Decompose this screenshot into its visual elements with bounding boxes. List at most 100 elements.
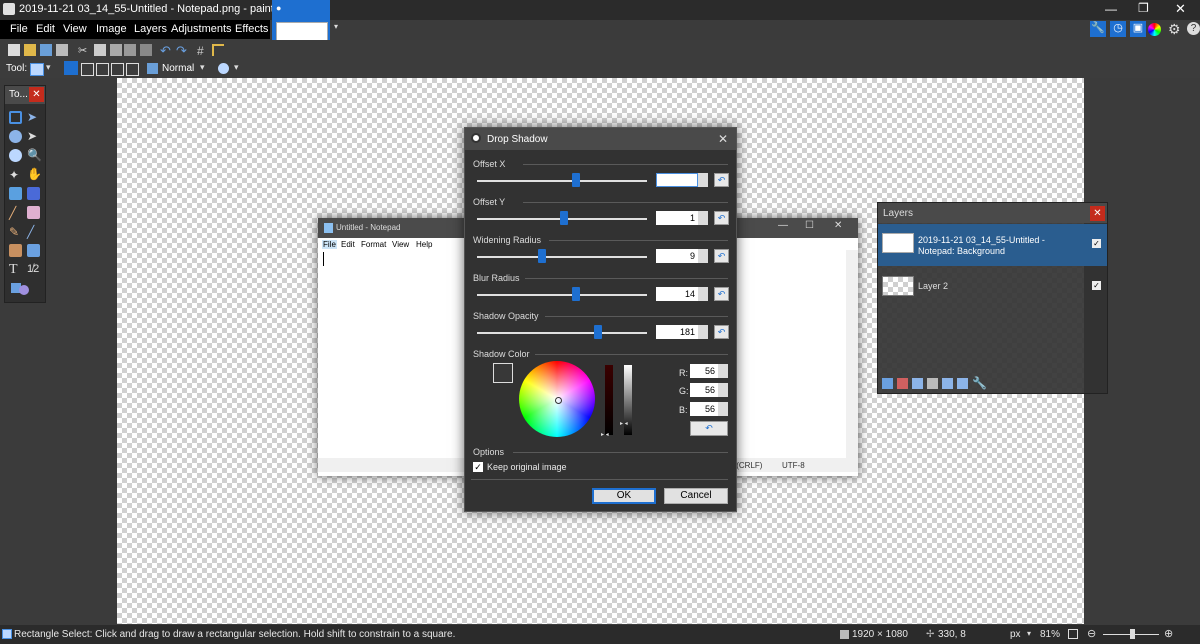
selection-mode-invert-icon[interactable]	[126, 63, 139, 76]
chevron-down-icon[interactable]: ▾	[200, 62, 205, 73]
layer-visibility-checkbox[interactable]: ✓	[1092, 239, 1101, 248]
recolor-icon[interactable]	[27, 244, 40, 257]
blur-radius-spinner[interactable]	[698, 287, 708, 301]
open-file-icon[interactable]	[24, 44, 36, 56]
colors-window-icon[interactable]	[1148, 23, 1161, 36]
menu-adjustments[interactable]: Adjustments	[171, 23, 232, 35]
dropdown-icon[interactable]: ▾	[334, 22, 338, 31]
shadow-opacity-slider-thumb[interactable]	[593, 325, 602, 339]
green-spinner[interactable]	[718, 383, 728, 397]
selection-mode-replace-icon[interactable]	[64, 61, 78, 75]
redo-icon[interactable]: ↷	[176, 43, 188, 58]
history-window-icon[interactable]: ◷	[1110, 21, 1126, 37]
grid-icon[interactable]: #	[197, 44, 209, 58]
minimize-button[interactable]: —	[1105, 2, 1117, 16]
selection-mode-exclude-icon[interactable]	[96, 63, 109, 76]
text-icon[interactable]: T	[9, 262, 22, 277]
move-layer-up-icon[interactable]	[942, 378, 953, 389]
duplicate-layer-icon[interactable]	[912, 378, 923, 389]
move-selection-icon[interactable]: ➤	[27, 110, 40, 124]
paint-bucket-icon[interactable]	[9, 187, 22, 200]
widening-radius-slider-thumb[interactable]	[537, 249, 546, 263]
lasso-select-icon[interactable]	[9, 130, 22, 143]
green-input[interactable]: 56	[690, 383, 718, 397]
deselect-icon[interactable]	[140, 44, 152, 56]
cancel-button[interactable]: Cancel	[664, 488, 728, 504]
dialog-title-bar[interactable]: Drop Shadow ✕	[465, 128, 736, 150]
red-input[interactable]: 56	[690, 364, 718, 378]
tool-selector[interactable]	[30, 63, 44, 76]
crop-icon[interactable]	[124, 44, 136, 56]
keep-original-checkbox[interactable]: ✓	[473, 462, 483, 472]
tools-panel-close-button[interactable]: ✕	[29, 87, 44, 102]
layer-row[interactable]: Layer 2 ✓	[878, 267, 1107, 303]
layers-window-icon[interactable]: ▣	[1130, 21, 1146, 37]
layer-visibility-checkbox[interactable]: ✓	[1092, 281, 1101, 290]
tools-panel-header[interactable]: To... ✕	[5, 86, 45, 104]
antialias-icon[interactable]	[218, 63, 229, 74]
undo-icon[interactable]: ↶	[160, 43, 172, 58]
units-selector[interactable]: px	[1010, 629, 1021, 640]
color-wheel-cursor[interactable]	[555, 397, 562, 404]
chevron-down-icon[interactable]: ▾	[1027, 629, 1031, 638]
move-selected-icon[interactable]: ➤	[27, 129, 40, 143]
tools-window-icon[interactable]: 🔧	[1090, 21, 1106, 37]
new-file-icon[interactable]	[8, 44, 20, 56]
pencil-icon[interactable]: ✎	[9, 225, 22, 239]
pan-icon[interactable]: ✋	[27, 167, 42, 181]
blur-radius-slider[interactable]	[477, 294, 647, 296]
print-icon[interactable]	[56, 44, 68, 56]
clone-stamp-icon[interactable]	[9, 244, 22, 257]
widening-radius-spinner[interactable]	[698, 249, 708, 263]
hue-saturation-bar[interactable]	[605, 365, 613, 435]
blur-radius-input[interactable]: 14	[656, 287, 698, 301]
layer-properties-icon[interactable]: 🔧	[972, 376, 987, 390]
line-curve-icon[interactable]: 1̸2	[27, 263, 40, 276]
offset-x-slider[interactable]	[477, 180, 647, 182]
selection-mode-union-icon[interactable]	[81, 63, 94, 76]
shadow-opacity-input[interactable]: 181	[656, 325, 698, 339]
maximize-button[interactable]: ❐	[1138, 1, 1149, 15]
eraser-icon[interactable]	[27, 206, 40, 219]
paste-icon[interactable]	[110, 44, 122, 56]
move-layer-down-icon[interactable]	[957, 378, 968, 389]
delete-layer-icon[interactable]	[897, 378, 908, 389]
offset-y-slider-thumb[interactable]	[559, 211, 568, 225]
layers-panel-header[interactable]: Layers ✕	[878, 203, 1107, 223]
settings-icon[interactable]: ⚙	[1168, 21, 1181, 38]
zoom-slider-thumb[interactable]	[1130, 629, 1135, 639]
gradient-icon[interactable]	[27, 187, 40, 200]
merge-layer-icon[interactable]	[927, 378, 938, 389]
menu-image[interactable]: Image	[96, 23, 127, 35]
blur-radius-reset-button[interactable]: ↶	[714, 287, 729, 301]
menu-layers[interactable]: Layers	[134, 23, 167, 35]
blur-radius-slider-thumb[interactable]	[571, 287, 580, 301]
chevron-down-icon[interactable]: ▾	[234, 62, 239, 73]
shapes-icon[interactable]	[11, 282, 33, 296]
rectangle-select-icon[interactable]	[9, 111, 22, 124]
blue-input[interactable]: 56	[690, 402, 718, 416]
ruler-icon[interactable]	[212, 44, 224, 56]
menu-edit[interactable]: Edit	[36, 23, 55, 35]
cut-icon[interactable]: ✂	[78, 44, 90, 57]
help-icon[interactable]: ?	[1187, 22, 1200, 35]
menu-view[interactable]: View	[63, 23, 87, 35]
color-reset-button[interactable]: ↶	[690, 421, 728, 436]
chevron-down-icon[interactable]: ▾	[46, 62, 51, 73]
copy-icon[interactable]	[94, 44, 106, 56]
zoom-to-window-icon[interactable]	[1068, 629, 1078, 639]
selection-mode-intersect-icon[interactable]	[111, 63, 124, 76]
offset-x-input[interactable]	[656, 173, 698, 187]
blend-mode-dropdown[interactable]: Normal	[162, 63, 194, 74]
shadow-opacity-slider[interactable]	[477, 332, 647, 334]
paintbrush-icon[interactable]: ╱	[9, 206, 22, 220]
ellipse-select-icon[interactable]	[9, 149, 22, 162]
offset-x-slider-thumb[interactable]	[571, 173, 580, 187]
menu-file[interactable]: File	[10, 23, 28, 35]
widening-radius-reset-button[interactable]: ↶	[714, 249, 729, 263]
offset-x-spinner[interactable]	[698, 173, 708, 187]
offset-y-reset-button[interactable]: ↶	[714, 211, 729, 225]
widening-radius-slider[interactable]	[477, 256, 647, 258]
color-swatch[interactable]	[493, 363, 513, 383]
zoom-icon[interactable]: 🔍	[27, 148, 42, 162]
